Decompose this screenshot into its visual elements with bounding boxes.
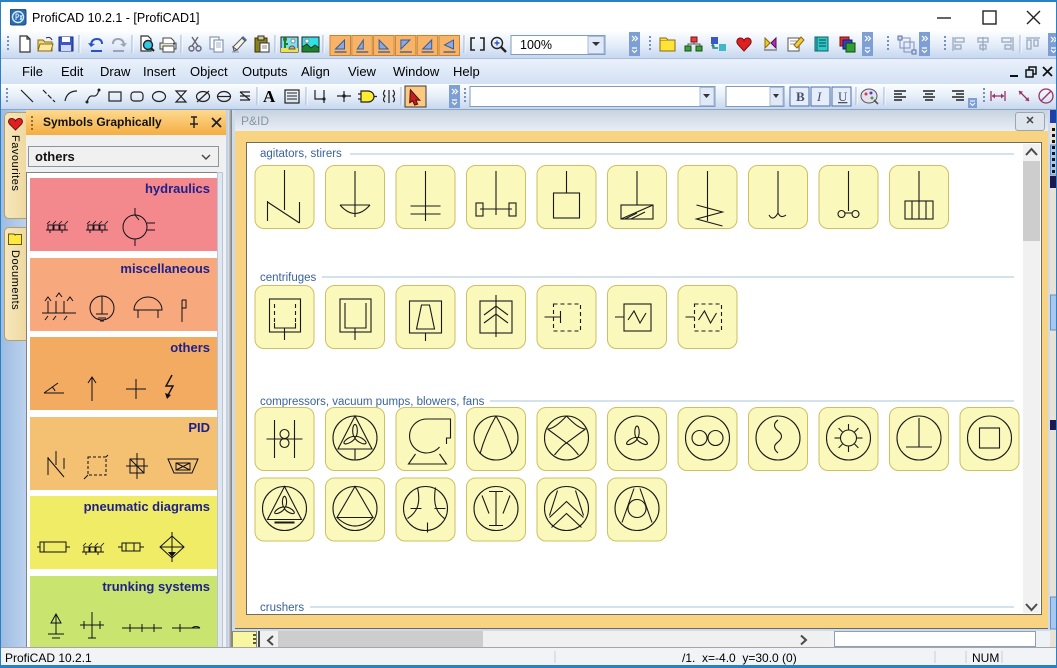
svg-text:agitators, stirers: agitators, stirers — [260, 148, 342, 160]
svg-text:crushers: crushers — [260, 602, 304, 612]
svg-text:100%: 100% — [520, 38, 552, 52]
svg-text:B: B — [796, 89, 805, 104]
svg-text:centrifuges: centrifuges — [260, 272, 317, 284]
svg-text:A: A — [263, 87, 276, 106]
svg-text:I: I — [816, 89, 822, 104]
svg-text:U: U — [838, 89, 848, 104]
svg-text:compressors, vacuum pumps, blo: compressors, vacuum pumps, blowers, fans — [260, 396, 485, 408]
